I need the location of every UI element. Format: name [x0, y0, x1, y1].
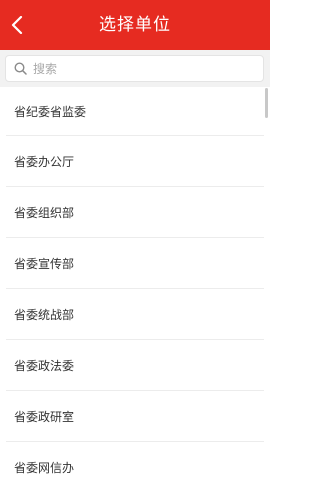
list-item-label: 省委政研室 [14, 409, 75, 424]
search-bar [0, 50, 270, 87]
list-item-label: 省委组织部 [14, 205, 75, 220]
search-icon [13, 62, 27, 76]
list-item[interactable]: 省委办公厅 [6, 136, 264, 187]
scrollbar[interactable] [265, 88, 268, 118]
list-item-label: 省委网信办 [14, 460, 75, 475]
list-item[interactable]: 省委统战部 [6, 289, 264, 340]
list-item[interactable]: 省委政法委 [6, 340, 264, 391]
list-item[interactable]: 省委政研室 [6, 391, 264, 442]
search-box[interactable] [5, 55, 264, 82]
list-item-label: 省纪委省监委 [14, 104, 87, 119]
list-item[interactable]: 省委宣传部 [6, 238, 264, 289]
list-item-label: 省委统战部 [14, 307, 75, 322]
search-input[interactable] [33, 61, 253, 76]
list-item[interactable]: 省委组织部 [6, 187, 264, 238]
unit-list: 省纪委省监委 省委办公厅 省委组织部 省委宣传部 省委统战部 省委政法委 省委政… [0, 87, 270, 481]
page-title: 选择单位 [99, 15, 171, 35]
back-button[interactable] [0, 0, 34, 50]
list-item-label: 省委办公厅 [14, 154, 75, 169]
list-item[interactable]: 省纪委省监委 [6, 87, 264, 136]
list-item-label: 省委宣传部 [14, 256, 75, 271]
app-header: 选择单位 [0, 0, 270, 50]
list-item-label: 省委政法委 [14, 358, 75, 373]
chevron-left-icon [11, 16, 23, 34]
list-item[interactable]: 省委网信办 [6, 442, 264, 481]
